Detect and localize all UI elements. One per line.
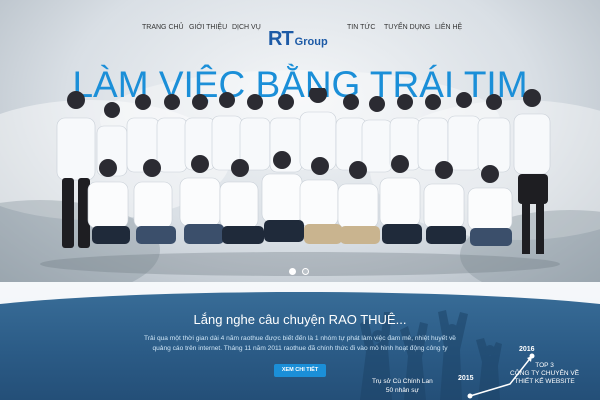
milestone-2015-line-2: 50 nhân sự bbox=[385, 387, 419, 394]
milestone-2016-line-3: THIẾT KẾ WEBSITE bbox=[514, 378, 575, 385]
nav-item-about[interactable]: GIỚI THIỆU bbox=[189, 24, 227, 31]
logo-main-text: RT bbox=[268, 28, 294, 50]
nav-item-services[interactable]: DỊCH VỤ bbox=[232, 24, 261, 31]
year-2015-label: 2015 bbox=[458, 375, 474, 382]
hero-banner: TRANG CHỦ GIỚI THIỆU DỊCH VỤ RT Group TIN… bbox=[0, 0, 600, 282]
logo-sub-text: Group bbox=[294, 36, 328, 48]
year-2016-label: 2016 bbox=[519, 346, 535, 353]
nav-item-news[interactable]: TIN TỨC bbox=[347, 24, 375, 31]
milestone-2015: Trụ sở Cù Chính Lan 50 nhân sự bbox=[372, 377, 433, 395]
view-details-button[interactable]: XEM CHI TIẾT bbox=[274, 364, 326, 377]
milestone-2016-line-2: CÔNG TY CHUYÊN VỀ bbox=[510, 370, 580, 377]
milestone-2016-line-1: TOP 3 bbox=[535, 362, 554, 369]
story-description: Trải qua một thời gian dài 4 năm raothue… bbox=[130, 334, 470, 354]
milestone-2015-line-1: Trụ sở Cù Chính Lan bbox=[372, 378, 433, 385]
story-text-line-1: Trải qua một thời gian dài 4 năm raothue… bbox=[144, 335, 456, 342]
nav-item-contact[interactable]: LIÊN HỆ bbox=[435, 24, 462, 31]
team-group-photo bbox=[40, 88, 560, 276]
rt-group-logo[interactable]: RT Group bbox=[268, 28, 328, 51]
top-navigation: TRANG CHỦ GIỚI THIỆU DỊCH VỤ RT Group TIN… bbox=[0, 12, 600, 50]
story-title: Lắng nghe câu chuyện RAO THUÊ... bbox=[193, 312, 407, 327]
nav-item-careers[interactable]: TUYỂN DỤNG bbox=[384, 24, 430, 31]
slider-dot-1[interactable] bbox=[289, 268, 296, 275]
slider-dot-2[interactable] bbox=[302, 268, 309, 275]
nav-item-home[interactable]: TRANG CHỦ bbox=[142, 24, 184, 31]
milestone-2016: TOP 3 CÔNG TY CHUYÊN VỀ THIẾT KẾ WEBSITE bbox=[510, 362, 579, 386]
story-text-line-2: quảng cáo trên internet. Tháng 11 năm 20… bbox=[152, 345, 448, 352]
